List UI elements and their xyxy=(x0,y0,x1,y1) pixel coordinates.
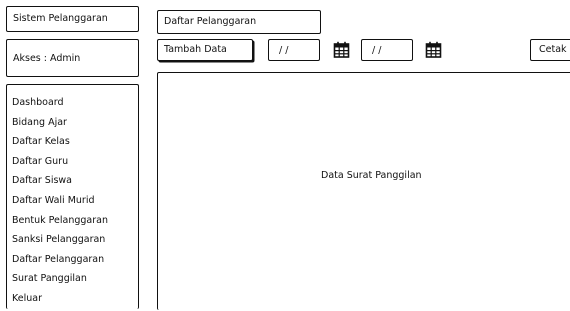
access-label: Akses : Admin xyxy=(13,53,81,64)
sidebar-item-daftar-siswa[interactable]: Daftar Siswa xyxy=(12,171,108,191)
data-panel: Data Surat Panggilan xyxy=(157,72,570,310)
access-box: Akses : Admin xyxy=(6,39,139,77)
data-panel-placeholder: Data Surat Panggilan xyxy=(321,170,422,181)
sidebar-menu: Dashboard Bidang Ajar Daftar Kelas Dafta… xyxy=(6,84,139,309)
sidebar-item-bidang-ajar[interactable]: Bidang Ajar xyxy=(12,113,108,133)
sidebar-item-bentuk-pelanggaran[interactable]: Bentuk Pelanggaran xyxy=(12,211,108,231)
sidebar-item-keluar[interactable]: Keluar xyxy=(12,289,108,309)
add-data-label: Tambah Data xyxy=(164,44,227,55)
sidebar-item-daftar-kelas[interactable]: Daftar Kelas xyxy=(12,132,108,152)
sidebar-item-daftar-guru[interactable]: Daftar Guru xyxy=(12,152,108,172)
print-button[interactable]: Cetak xyxy=(530,39,570,61)
app-title-box: Sistem Pelanggaran xyxy=(6,6,139,32)
date-to-input[interactable] xyxy=(361,39,413,61)
sidebar-item-dashboard[interactable]: Dashboard xyxy=(12,93,108,113)
sidebar-item-sanksi-pelanggaran[interactable]: Sanksi Pelanggaran xyxy=(12,230,108,250)
calendar-icon[interactable] xyxy=(425,41,442,58)
sidebar-item-daftar-wali-murid[interactable]: Daftar Wali Murid xyxy=(12,191,108,211)
add-data-button[interactable]: Tambah Data xyxy=(157,39,253,61)
calendar-icon[interactable] xyxy=(333,41,350,58)
sidebar-menu-list: Dashboard Bidang Ajar Daftar Kelas Dafta… xyxy=(12,93,108,309)
app-title: Sistem Pelanggaran xyxy=(13,13,108,24)
sidebar-item-daftar-pelanggaran[interactable]: Daftar Pelanggaran xyxy=(12,250,108,270)
page-title: Daftar Pelanggaran xyxy=(164,16,257,27)
date-from-input[interactable] xyxy=(268,39,320,61)
sidebar-item-surat-panggilan[interactable]: Surat Panggilan xyxy=(12,269,108,289)
page-title-box: Daftar Pelanggaran xyxy=(157,10,321,34)
print-label: Cetak xyxy=(539,44,567,55)
